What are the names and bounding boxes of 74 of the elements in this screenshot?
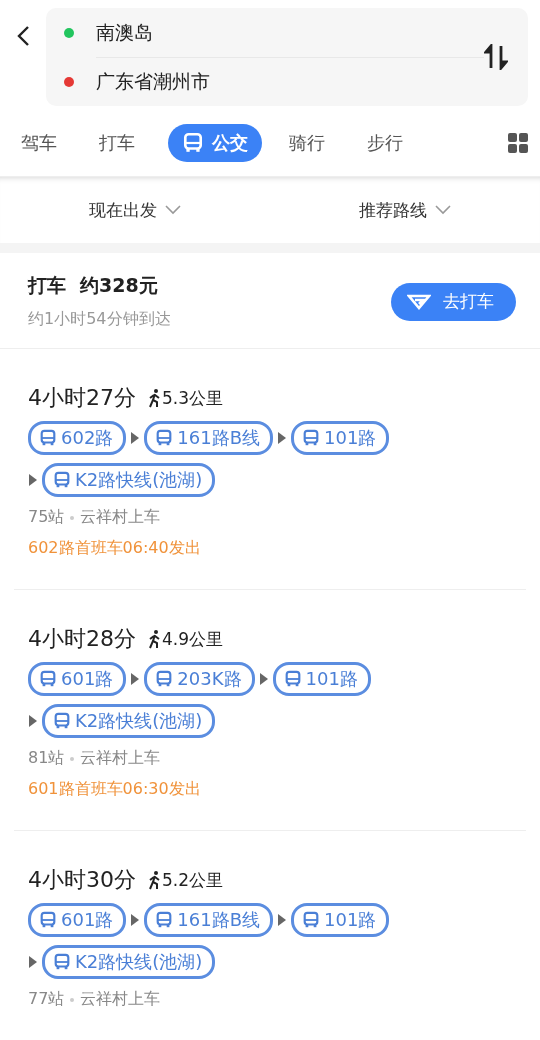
destination-dot-icon (64, 76, 74, 87)
stop-count: 75站 (28, 507, 65, 528)
boarding-stop: 云祥村上车 (80, 507, 161, 528)
triangle-arrow-icon (130, 432, 141, 444)
triangle-arrow-icon (258, 673, 269, 685)
bus-line-chip[interactable]: 161路B线 (144, 903, 274, 937)
route-duration: 4小时27分 (28, 384, 136, 412)
boarding-stop: 云祥村上车 (80, 748, 161, 769)
walk-distance: 5.3公里 (162, 386, 224, 410)
triangle-arrow-icon (28, 474, 38, 486)
triangle-arrow-icon (130, 673, 141, 685)
walking-person-icon (148, 870, 162, 890)
chevron-down-icon (165, 205, 181, 215)
stop-count: 81站 (28, 748, 65, 769)
separator-dot-icon (70, 515, 75, 520)
taxi-title: 打车 (28, 273, 66, 298)
bus-icon (155, 911, 174, 929)
mode-tab[interactable]: 步行 (358, 124, 412, 162)
swap-icon[interactable] (484, 44, 508, 70)
bus-line-chip[interactable]: 161路B线 (144, 421, 274, 455)
bus-line-chip[interactable]: 601路 (28, 662, 127, 696)
triangle-arrow-icon (277, 914, 288, 926)
mode-tab[interactable]: 公交 (168, 124, 262, 162)
walk-distance: 4.9公里 (162, 627, 224, 651)
triangle-arrow-icon (130, 914, 141, 926)
separator-dot-icon (70, 997, 75, 1002)
walking-person-icon (148, 629, 162, 649)
destination-text[interactable]: 广东省潮州市 (96, 68, 210, 95)
mode-tab[interactable]: 打车 (90, 124, 144, 162)
bus-line-chip[interactable]: K2路快线(池湖) (42, 945, 216, 979)
filter-dropdown[interactable]: 现在出发 (0, 177, 270, 243)
stop-count: 77站 (28, 989, 65, 1010)
bus-icon (302, 911, 321, 929)
grid-menu-icon[interactable] (508, 133, 528, 153)
triangle-arrow-icon (28, 715, 38, 727)
taxi-price: 约328元 (80, 273, 158, 298)
first-bus-notice: 601路首班车06:30发出 (28, 779, 202, 800)
bus-icon (155, 670, 174, 688)
triangle-arrow-icon (28, 956, 38, 968)
bus-icon (39, 670, 57, 688)
bus-line-chip[interactable]: 203K路 (144, 662, 255, 696)
bus-icon (182, 132, 204, 154)
boarding-stop: 云祥村上车 (80, 989, 161, 1010)
chevron-down-icon (435, 205, 451, 215)
bus-icon (302, 429, 321, 447)
bus-icon (53, 471, 71, 489)
walking-person-icon (148, 388, 162, 408)
mode-tab[interactable]: 驾车 (12, 124, 66, 162)
bus-icon (53, 953, 71, 971)
bus-icon (155, 429, 174, 447)
bus-line-chip[interactable]: 101路 (291, 903, 390, 937)
bus-line-chip[interactable]: K2路快线(池湖) (42, 704, 216, 738)
taxi-button[interactable]: 去打车 (391, 282, 516, 321)
separator-dot-icon (70, 756, 75, 761)
walk-distance: 5.2公里 (162, 868, 224, 892)
bus-line-chip[interactable]: 602路 (28, 421, 127, 455)
bus-line-chip[interactable]: 101路 (272, 662, 371, 696)
bus-line-chip[interactable]: 101路 (291, 421, 390, 455)
filter-dropdown[interactable]: 推荐路线 (270, 177, 540, 243)
bus-line-chip[interactable]: 601路 (28, 903, 127, 937)
bus-icon (39, 911, 57, 929)
route-duration: 4小时28分 (28, 625, 136, 653)
bus-icon (39, 429, 57, 447)
origin-dot-icon (64, 27, 74, 38)
taxi-logo-icon (407, 293, 431, 310)
bus-icon (283, 670, 302, 688)
triangle-arrow-icon (277, 432, 288, 444)
bus-line-chip[interactable]: K2路快线(池湖) (42, 463, 216, 497)
origin-text[interactable]: 南澳岛 (96, 19, 153, 46)
first-bus-notice: 602路首班车06:40发出 (28, 538, 202, 559)
route-duration: 4小时30分 (28, 866, 136, 894)
mode-tab[interactable]: 骑行 (280, 124, 334, 162)
bus-icon (53, 712, 71, 730)
taxi-eta: 约1小时54分钟到达 (28, 309, 172, 330)
